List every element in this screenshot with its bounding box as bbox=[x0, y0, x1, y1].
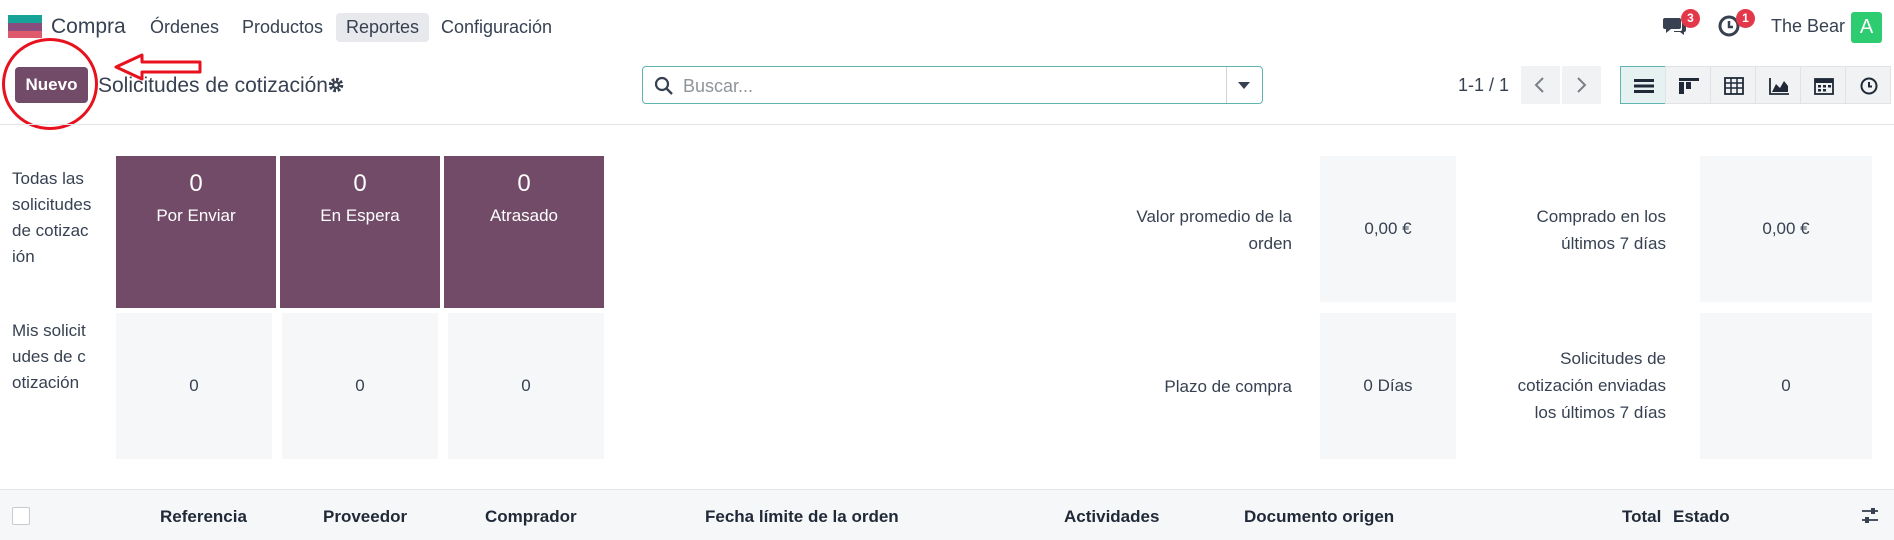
activities-badge: 1 bbox=[1736, 9, 1755, 28]
top-navbar: Compra Órdenes Productos Reportes Config… bbox=[0, 0, 1894, 54]
kpi-bought-label: Comprado en los últimos 7 días bbox=[1536, 207, 1666, 253]
column-header-referencia[interactable]: Referencia bbox=[160, 507, 247, 527]
tile-label: En Espera bbox=[320, 206, 400, 225]
calendar-icon bbox=[1814, 78, 1834, 95]
tile-label: Por Enviar bbox=[156, 206, 236, 225]
column-header-estado[interactable]: Estado bbox=[1673, 507, 1730, 527]
tile-late[interactable]: 0 Atrasado bbox=[444, 156, 604, 308]
tile-count: 0 bbox=[517, 170, 531, 197]
tile-my-waiting[interactable]: 0 bbox=[282, 313, 438, 459]
divider bbox=[0, 124, 1894, 125]
pivot-icon bbox=[1724, 77, 1744, 95]
tile-my-to-send[interactable]: 0 bbox=[116, 313, 272, 459]
view-list-button[interactable] bbox=[1620, 66, 1666, 104]
tile-count: 0 bbox=[353, 170, 367, 197]
avatar[interactable]: A bbox=[1851, 12, 1882, 43]
column-header-total[interactable]: Total bbox=[1622, 507, 1661, 527]
view-activity-button[interactable] bbox=[1845, 66, 1891, 104]
menu-configuracion[interactable]: Configuración bbox=[431, 13, 562, 42]
row-label-mine: Mis solicitudes de cotización bbox=[12, 321, 86, 392]
menu-reportes[interactable]: Reportes bbox=[336, 13, 430, 42]
kpi-avg-order-label: Valor promedio de la orden bbox=[1136, 207, 1292, 253]
activities-button[interactable]: 1 bbox=[1717, 9, 1755, 40]
view-pivot-button[interactable] bbox=[1710, 66, 1756, 104]
kpi-rfq-sent-label: Solicitudes de cotización enviadas los ú… bbox=[1517, 349, 1666, 422]
kpi-rfq-sent-value: 0 bbox=[1700, 313, 1872, 459]
gear-icon[interactable] bbox=[327, 76, 345, 94]
activity-clock-icon bbox=[1860, 77, 1878, 95]
tile-value: 0 bbox=[355, 376, 365, 395]
kpi-avg-order-value: 0,00 € bbox=[1320, 156, 1456, 302]
chevron-left-icon bbox=[1534, 77, 1544, 93]
column-header-fecha-limite[interactable]: Fecha límite de la orden bbox=[705, 507, 899, 527]
menu-productos[interactable]: Productos bbox=[232, 13, 333, 42]
column-header-comprador[interactable]: Comprador bbox=[485, 507, 577, 527]
select-all-checkbox[interactable] bbox=[12, 507, 30, 525]
table-header: Referencia Proveedor Comprador Fecha lím… bbox=[0, 489, 1894, 540]
pager-value[interactable]: 1-1 / 1 bbox=[1458, 75, 1509, 96]
tile-my-late[interactable]: 0 bbox=[448, 313, 604, 459]
tile-value: 0 bbox=[521, 376, 531, 395]
kpi-lead-time-value: 0 Días bbox=[1320, 313, 1456, 459]
column-header-documento-origen[interactable]: Documento origen bbox=[1244, 507, 1394, 527]
pager-next-button[interactable] bbox=[1562, 66, 1601, 104]
messages-badge: 3 bbox=[1681, 9, 1700, 28]
kpi-bought-value: 0,00 € bbox=[1700, 156, 1872, 302]
view-kanban-button[interactable] bbox=[1665, 66, 1711, 104]
app-name[interactable]: Compra bbox=[51, 15, 126, 39]
kpi-lead-time-label: Plazo de compra bbox=[1164, 377, 1292, 396]
app-logo-icon[interactable] bbox=[8, 15, 42, 38]
tile-count: 0 bbox=[189, 170, 203, 197]
tile-to-send[interactable]: 0 Por Enviar bbox=[116, 156, 276, 308]
pager-previous-button[interactable] bbox=[1521, 66, 1560, 104]
tile-value: 0 bbox=[189, 376, 199, 395]
chevron-right-icon bbox=[1577, 77, 1587, 93]
tile-label: Atrasado bbox=[489, 206, 559, 225]
search-bar[interactable] bbox=[642, 66, 1263, 104]
column-header-actividades[interactable]: Actividades bbox=[1064, 507, 1159, 527]
page-title: Solicitudes de cotización bbox=[98, 74, 328, 97]
user-menu[interactable]: The Bear bbox=[1771, 16, 1845, 37]
column-options-sliders-icon[interactable] bbox=[1860, 506, 1880, 526]
column-header-proveedor[interactable]: Proveedor bbox=[323, 507, 407, 527]
tile-waiting[interactable]: 0 En Espera bbox=[280, 156, 440, 308]
new-button[interactable]: Nuevo bbox=[15, 67, 88, 103]
row-label-all: Todas las solicitudes de cotización bbox=[12, 169, 92, 266]
search-options-toggle-icon[interactable] bbox=[1238, 82, 1250, 89]
search-input[interactable] bbox=[683, 73, 1203, 99]
kanban-icon bbox=[1679, 78, 1699, 94]
list-icon bbox=[1634, 79, 1654, 93]
messages-button[interactable]: 3 bbox=[1662, 9, 1700, 40]
view-graph-button[interactable] bbox=[1755, 66, 1801, 104]
menu-ordenes[interactable]: Órdenes bbox=[140, 13, 229, 42]
view-calendar-button[interactable] bbox=[1800, 66, 1846, 104]
search-icon bbox=[654, 76, 673, 95]
graph-icon bbox=[1769, 78, 1789, 95]
